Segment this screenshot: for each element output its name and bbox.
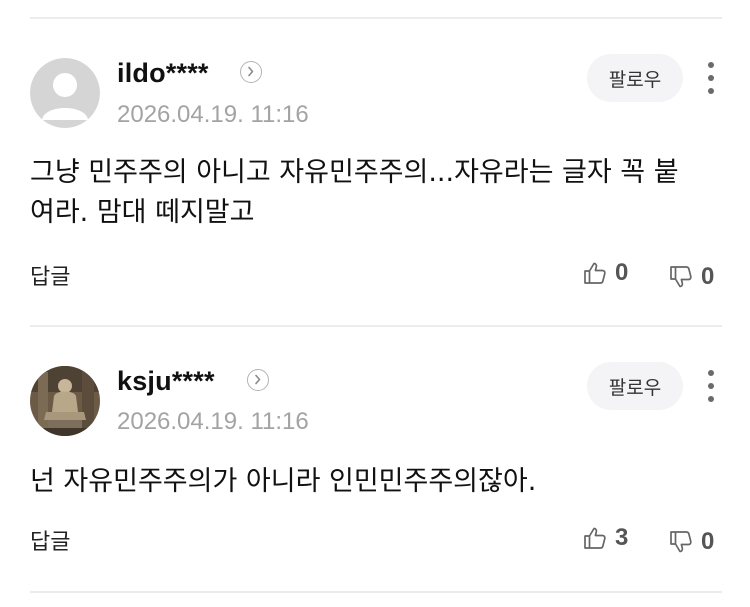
- reply-button[interactable]: 답글: [30, 259, 70, 291]
- thumbs-up-icon: [582, 525, 608, 551]
- comment-author[interactable]: ksju****: [117, 366, 215, 397]
- follow-button[interactable]: 팔로우: [587, 54, 683, 102]
- divider: [30, 325, 722, 327]
- comment-text: 그냥 민주주의 아니고 자유민주주의...자유라는 글자 꼭 붙여라. 맘대 떼…: [30, 157, 679, 228]
- more-options-icon[interactable]: [700, 368, 722, 404]
- comment-list: ildo**** 2026.04.19. 11:16 팔로우 그냥 민주주의 아…: [0, 0, 750, 607]
- chevron-right-icon[interactable]: [240, 61, 262, 83]
- divider: [30, 17, 722, 19]
- follow-button[interactable]: 팔로우: [587, 362, 683, 410]
- comment-timestamp: 2026.04.19. 11:16: [117, 408, 309, 435]
- reply-button[interactable]: 답글: [30, 524, 70, 556]
- dislike-button[interactable]: 0: [668, 527, 714, 557]
- thumbs-down-icon: [668, 529, 694, 555]
- like-button[interactable]: 0: [582, 258, 628, 288]
- comment-timestamp: 2026.04.19. 11:16: [117, 101, 309, 128]
- thumbs-down-icon: [668, 264, 694, 290]
- divider: [30, 591, 722, 593]
- more-options-icon[interactable]: [700, 60, 722, 96]
- like-button[interactable]: 3: [582, 523, 628, 553]
- statue-photo-avatar[interactable]: [30, 366, 100, 436]
- like-count: 0: [615, 259, 629, 286]
- like-count: 3: [615, 524, 629, 551]
- comment-author[interactable]: ildo****: [117, 58, 209, 89]
- chevron-right-icon[interactable]: [247, 369, 269, 391]
- default-profile-icon[interactable]: [30, 58, 100, 128]
- thumbs-up-icon: [582, 260, 608, 286]
- dislike-count: 0: [701, 263, 715, 290]
- dislike-count: 0: [701, 528, 715, 555]
- dislike-button[interactable]: 0: [668, 262, 714, 292]
- comment-text: 넌 자유민주주의가 아니라 인민민주주의잖아.: [30, 466, 537, 497]
